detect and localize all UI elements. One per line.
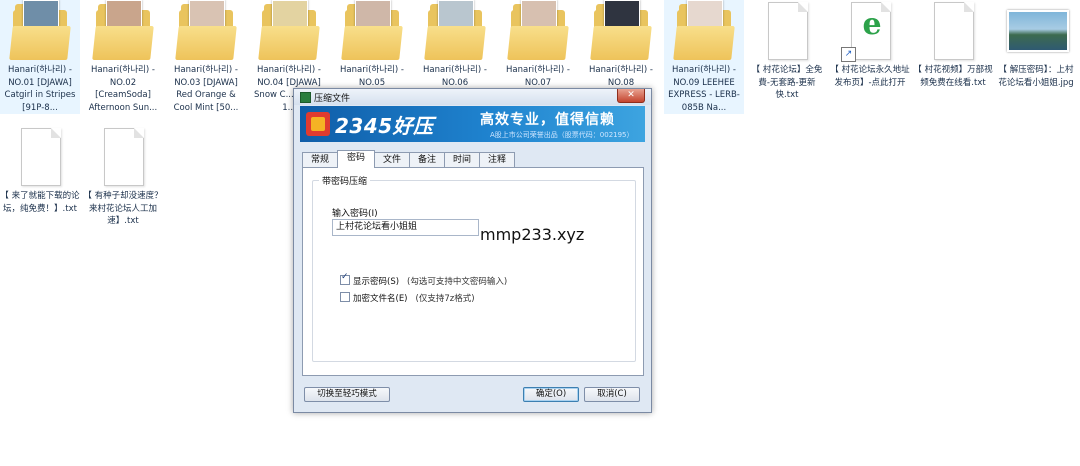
text-document-icon <box>756 0 818 62</box>
folder-item[interactable]: Hanari(하나리) - NO.09 LEEHEE EXPRESS - LER… <box>664 0 744 114</box>
brand-subslogan: A股上市公司荣誉出品（股票代码：002195） <box>490 131 634 139</box>
dialog-title: 压缩文件 <box>314 94 351 104</box>
encrypt-filenames-label: 加密文件名(E) <box>353 294 408 304</box>
image-file-item[interactable]: 【 解压密码】：上村花论坛看小姐姐.jpg <box>996 0 1076 89</box>
file-label: 【 村花论坛永久地址发布页】-点此打开 <box>830 65 910 88</box>
groupbox-title: 带密码压缩 <box>319 174 371 187</box>
text-document-icon <box>92 126 154 188</box>
encrypt-filenames-hint: (仅支持7z格式) <box>415 294 475 304</box>
cancel-button[interactable]: 取消(C) <box>584 387 640 402</box>
file-label: Hanari(하나리) - NO.09 LEEHEE EXPRESS - LER… <box>668 65 740 113</box>
brand-name: 2345好压 <box>335 114 434 138</box>
folder-item[interactable]: Hanari(하나리) - NO.05 <box>332 0 412 89</box>
show-password-row[interactable]: 显示密码(S) (勾选可支持中文密码输入) <box>340 272 508 287</box>
txt-file-item[interactable]: 【 村花论坛】全免費-无套路-更新快.txt <box>747 0 827 102</box>
txt-file-item[interactable]: 【 村花视频】万部视频免费在线看.txt <box>913 0 993 89</box>
text-document-icon <box>9 126 71 188</box>
file-label: 【 村花视频】万部视频免费在线看.txt <box>913 65 993 88</box>
shortcut-file-item[interactable]: e ↗ 【 村花论坛永久地址发布页】-点此打开 <box>830 0 910 89</box>
switch-mode-button[interactable]: 切换至轻巧模式 <box>304 387 390 402</box>
tab-general[interactable]: 常规 <box>302 152 338 167</box>
text-document-icon <box>922 0 984 62</box>
file-label: Hanari(하나리) - NO.02 [CreamSoda] Afternoo… <box>88 65 158 113</box>
tab-comment[interactable]: 注释 <box>479 152 515 167</box>
tab-password[interactable]: 密码 <box>337 150 375 168</box>
image-thumbnail-icon <box>1005 0 1069 62</box>
file-label: Hanari(하나리) - NO.07 <box>506 65 570 88</box>
show-password-hint: (勾选可支持中文密码输入) <box>407 277 508 287</box>
password-label: 输入密码(I) <box>332 209 378 219</box>
brand-logo-icon <box>306 112 330 136</box>
folder-icon <box>9 0 71 62</box>
tab-backup[interactable]: 备注 <box>409 152 445 167</box>
file-label: Hanari(하나리) - NO.05 <box>340 65 404 88</box>
file-label: Hanari(하나리) - NO.03 [DJAWA] Red Orange &… <box>173 65 239 113</box>
folder-item[interactable]: Hanari(하나리) - NO.07 <box>498 0 578 89</box>
txt-file-item[interactable]: 【 有种子却没速度？来村花论坛人工加速】.txt <box>83 126 163 228</box>
folder-item[interactable]: Hanari(하나리) - NO.06 <box>415 0 495 89</box>
file-label: 【 来了就能下载的论坛，纯免费！】.txt <box>0 191 80 214</box>
brand-slogan: 高效专业，值得信赖 <box>480 112 615 128</box>
tab-files[interactable]: 文件 <box>374 152 410 167</box>
ie-logo-icon: e <box>862 7 882 42</box>
folder-icon <box>424 0 486 62</box>
file-label: 【 解压密码】：上村花论坛看小姐姐.jpg <box>998 65 1074 88</box>
folder-icon <box>673 0 735 62</box>
file-label: Hanari(하나리) - NO.06 <box>423 65 487 88</box>
tab-panel-password: 带密码压缩 <box>302 167 644 376</box>
shortcut-arrow-icon: ↗ <box>841 47 856 62</box>
dialog-titlebar[interactable]: 压缩文件 ✕ <box>294 89 651 105</box>
password-input[interactable] <box>332 219 479 236</box>
compress-dialog: 压缩文件 ✕ 2345好压 高效专业，值得信赖 A股上市公司荣誉出品（股票代码：… <box>293 88 652 413</box>
folder-item[interactable]: Hanari(하나리) - NO.01 [DJAWA] Catgirl in S… <box>0 0 80 114</box>
tab-time[interactable]: 时间 <box>444 152 480 167</box>
file-label: 【 有种子却没速度？来村花论坛人工加速】.txt <box>83 191 163 226</box>
file-label: 【 村花论坛】全免費-无套路-更新快.txt <box>751 65 823 100</box>
folder-icon <box>175 0 237 62</box>
show-password-label: 显示密码(S) <box>353 277 400 287</box>
app-icon <box>300 92 311 103</box>
folder-icon <box>258 0 320 62</box>
folder-icon <box>507 0 569 62</box>
folder-item[interactable]: Hanari(하나리) - NO.02 [CreamSoda] Afternoo… <box>83 0 163 114</box>
file-label: Hanari(하나리) - NO.08 <box>589 65 653 88</box>
folder-icon <box>590 0 652 62</box>
file-label: Hanari(하나리) - NO.01 [DJAWA] Catgirl in S… <box>4 65 76 113</box>
show-password-checkbox[interactable] <box>340 272 350 285</box>
brand-banner: 2345好压 高效专业，值得信赖 A股上市公司荣誉出品（股票代码：002195） <box>300 106 645 142</box>
folder-item[interactable]: Hanari(하나리) - NO.03 [DJAWA] Red Orange &… <box>166 0 246 114</box>
encrypt-filenames-row[interactable]: 加密文件名(E) (仅支持7z格式) <box>340 292 475 304</box>
ok-button[interactable]: 确定(O) <box>523 387 579 402</box>
folder-icon <box>92 0 154 62</box>
folder-item[interactable]: Hanari(하나리) - NO.08 <box>581 0 661 89</box>
encrypt-filenames-checkbox[interactable] <box>340 292 350 302</box>
folder-icon <box>341 0 403 62</box>
txt-file-item[interactable]: 【 来了就能下载的论坛，纯免费！】.txt <box>0 126 80 215</box>
close-button[interactable]: ✕ <box>617 89 645 103</box>
internet-shortcut-icon: e ↗ <box>839 0 901 62</box>
watermark-text: mmp233.xyz <box>480 225 585 244</box>
